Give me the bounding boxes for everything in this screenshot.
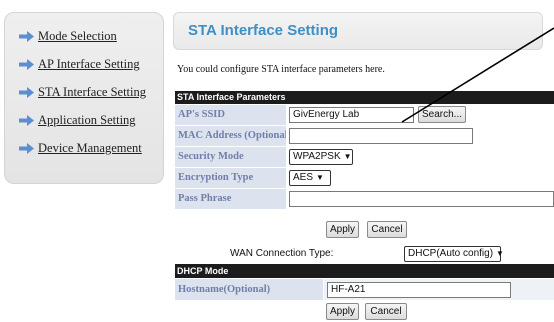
apply-button[interactable]: Apply: [326, 221, 359, 238]
ssid-row: AP's SSID GivEnergy Lab Search...: [175, 105, 554, 125]
arrow-right-icon: [19, 58, 34, 70]
mac-input[interactable]: [289, 128, 473, 144]
passphrase-cell: [287, 189, 554, 209]
hostname-label: Hostname(Optional): [175, 279, 323, 300]
mac-label: MAC Address (Optional): [175, 126, 286, 146]
security-mode-select[interactable]: WPA2PSK ▼: [289, 149, 353, 165]
sta-parameters-table: STA Interface Parameters AP's SSID GivEn…: [175, 91, 554, 209]
page-title: STA Interface Setting: [188, 22, 339, 39]
ssid-label: AP's SSID: [175, 105, 286, 125]
wan-connection-select[interactable]: DHCP(Auto config) ▼: [404, 246, 504, 262]
sidebar-item-ap-interface[interactable]: AP Interface Setting: [19, 54, 140, 74]
sidebar-item-sta-interface[interactable]: STA Interface Setting: [19, 82, 146, 102]
sidebar-item-mode-selection[interactable]: Mode Selection: [19, 26, 117, 46]
sidebar: Mode Selection AP Interface Setting STA …: [4, 12, 164, 184]
mac-row: MAC Address (Optional): [175, 126, 554, 146]
security-mode-value: WPA2PSK: [293, 151, 341, 162]
passphrase-label: Pass Phrase: [175, 189, 286, 209]
sidebar-item-device-management[interactable]: Device Management: [19, 138, 142, 158]
sidebar-item-label: Mode Selection: [38, 28, 117, 43]
arrow-right-icon: [19, 30, 34, 42]
chevron-down-icon: ▼: [496, 249, 504, 258]
hostname-row: Hostname(Optional) HF-A21: [175, 279, 554, 300]
intro-text: You could configure STA interface parame…: [177, 64, 385, 75]
security-label: Security Mode: [175, 147, 286, 167]
sidebar-item-label: Device Management: [38, 140, 142, 155]
search-button[interactable]: Search...: [418, 106, 466, 123]
arrow-right-icon: [19, 86, 34, 98]
arrow-right-icon: [19, 114, 34, 126]
encryption-row: Encryption Type AES ▼: [175, 168, 554, 188]
arrow-right-icon: [19, 142, 34, 154]
hostname-cell: HF-A21: [324, 279, 554, 300]
ssid-cell: GivEnergy Lab Search...: [287, 105, 554, 125]
dhcp-section-title: DHCP Mode: [175, 264, 554, 278]
encryption-cell: AES ▼: [287, 168, 554, 188]
cancel-button[interactable]: Cancel: [367, 221, 407, 238]
wan-connection-label: WAN Connection Type:: [230, 248, 334, 259]
security-cell: WPA2PSK ▼: [287, 147, 554, 167]
sidebar-item-label: Application Setting: [38, 112, 136, 127]
hostname-input[interactable]: HF-A21: [327, 282, 511, 298]
encryption-type-value: AES: [293, 172, 314, 183]
ssid-input[interactable]: GivEnergy Lab: [289, 107, 414, 123]
sidebar-item-label: AP Interface Setting: [38, 56, 140, 71]
sidebar-item-application-setting[interactable]: Application Setting: [19, 110, 136, 130]
dhcp-cancel-button[interactable]: Cancel: [365, 303, 407, 320]
dhcp-apply-button[interactable]: Apply: [326, 303, 359, 320]
chevron-down-icon: ▼: [316, 173, 324, 182]
security-row: Security Mode WPA2PSK ▼: [175, 147, 554, 167]
passphrase-input[interactable]: [289, 191, 554, 207]
passphrase-row: Pass Phrase: [175, 189, 554, 209]
mac-cell: [287, 126, 554, 146]
chevron-down-icon: ▼: [343, 152, 352, 161]
encryption-label: Encryption Type: [175, 168, 286, 188]
section-title: STA Interface Parameters: [175, 91, 554, 104]
wan-connection-value: DHCP(Auto config): [408, 248, 494, 259]
encryption-type-select[interactable]: AES ▼: [289, 170, 331, 186]
sidebar-item-label: STA Interface Setting: [38, 84, 146, 99]
page-header: STA Interface Setting: [173, 12, 543, 50]
